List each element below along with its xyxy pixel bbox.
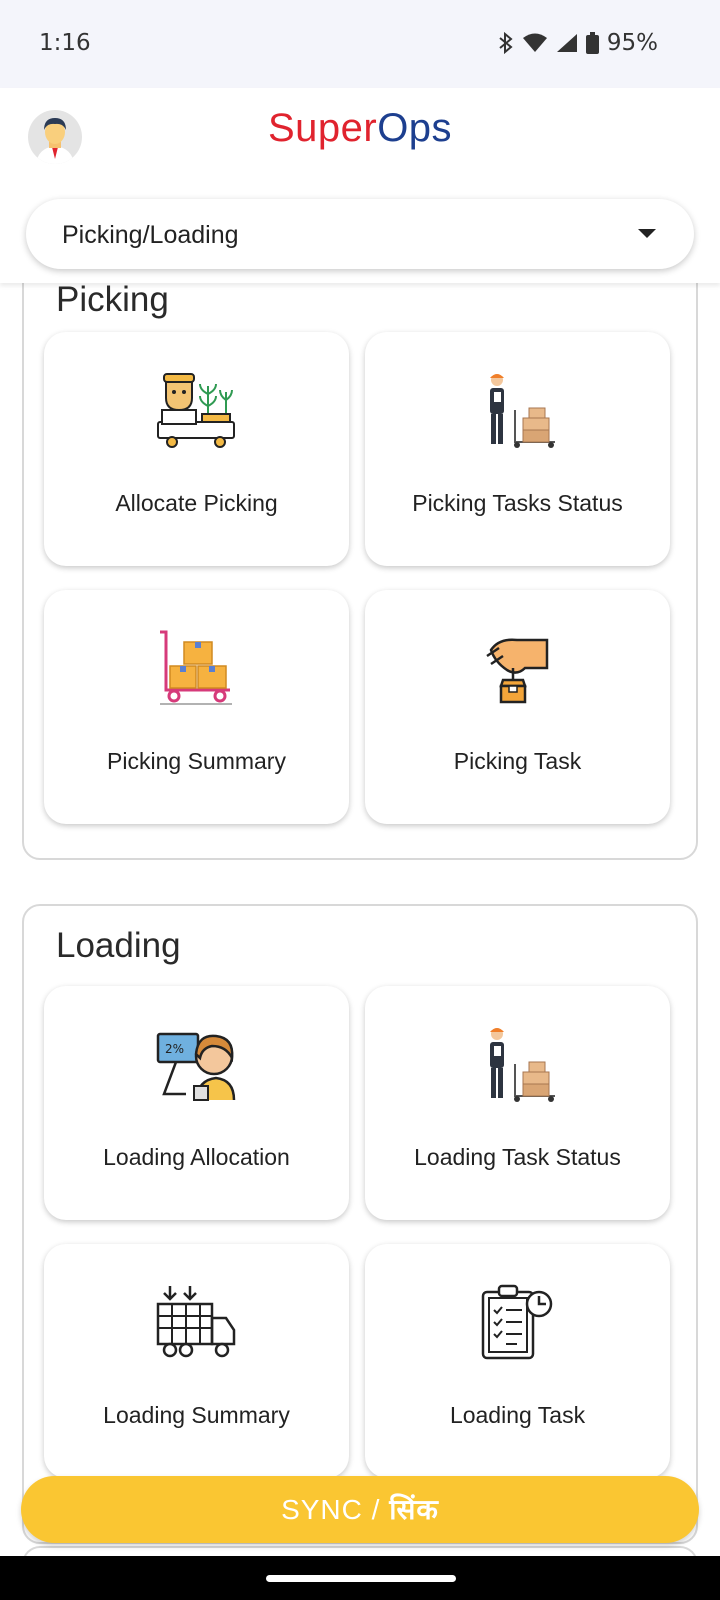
status-bar: 1:16 95% bbox=[0, 0, 720, 88]
allocate-picking-icon bbox=[156, 370, 236, 450]
card-label: Picking Task bbox=[453, 748, 582, 774]
card-allocate-picking[interactable]: Allocate Picking bbox=[44, 332, 349, 566]
battery-icon bbox=[585, 32, 599, 54]
clipboard-checklist-icon bbox=[477, 1282, 557, 1362]
system-nav-bar bbox=[0, 1556, 720, 1600]
sync-button[interactable]: SYNC / सिंक bbox=[21, 1476, 699, 1543]
signal-icon bbox=[556, 33, 578, 53]
brand-text-ops: Ops bbox=[377, 106, 453, 150]
card-loading-task[interactable]: Loading Task bbox=[365, 1244, 670, 1478]
card-loading-allocation[interactable]: 2% Loading Allocation bbox=[44, 986, 349, 1220]
card-label: Picking Summary bbox=[107, 748, 286, 774]
bluetooth-icon bbox=[498, 32, 514, 54]
status-icons: 95% bbox=[498, 30, 658, 56]
card-label: Allocate Picking bbox=[115, 490, 278, 516]
computer-operator-icon: 2% bbox=[156, 1024, 236, 1104]
card-label: Loading Task bbox=[449, 1402, 586, 1428]
chevron-down-icon bbox=[638, 229, 656, 238]
card-picking-tasks-status[interactable]: Picking Tasks Status bbox=[365, 332, 670, 566]
sync-label-hindi: सिंक bbox=[389, 1494, 439, 1525]
card-label: Loading Summary bbox=[103, 1402, 290, 1428]
section-title-picking: Picking bbox=[56, 280, 169, 319]
worker-pallet-icon bbox=[477, 1024, 557, 1104]
card-picking-task[interactable]: Picking Task bbox=[365, 590, 670, 824]
dropdown-value: Picking/Loading bbox=[62, 221, 239, 249]
picking-section: Picking Allocate Picking Picking Tasks S… bbox=[22, 250, 698, 860]
brand-text-super: Super bbox=[267, 106, 378, 150]
section-title-loading: Loading bbox=[56, 926, 181, 965]
loading-section: Loading 2% Loading Allocation Loading Ta… bbox=[22, 904, 698, 1544]
svg-text:2%: 2% bbox=[165, 1042, 184, 1056]
card-loading-summary[interactable]: Loading Summary bbox=[44, 1244, 349, 1478]
wifi-icon bbox=[522, 33, 548, 53]
truck-loading-icon bbox=[156, 1282, 236, 1362]
brand-logo: SuperOps bbox=[0, 106, 720, 151]
home-gesture-handle[interactable] bbox=[266, 1575, 456, 1582]
battery-level: 95% bbox=[606, 30, 658, 56]
card-label: Loading Task Status bbox=[414, 1144, 621, 1170]
card-label: Picking Tasks Status bbox=[412, 490, 623, 516]
card-picking-summary[interactable]: Picking Summary bbox=[44, 590, 349, 824]
trolley-boxes-icon bbox=[156, 628, 236, 708]
worker-pallet-icon bbox=[477, 370, 557, 450]
sync-label: SYNC / bbox=[281, 1494, 390, 1525]
module-dropdown[interactable]: Picking/Loading bbox=[26, 199, 694, 269]
card-label: Loading Allocation bbox=[103, 1144, 290, 1170]
card-loading-task-status[interactable]: Loading Task Status bbox=[365, 986, 670, 1220]
hand-box-icon bbox=[477, 628, 557, 708]
app-header: SuperOps Picking/Loading bbox=[0, 88, 720, 283]
status-time: 1:16 bbox=[39, 30, 91, 56]
